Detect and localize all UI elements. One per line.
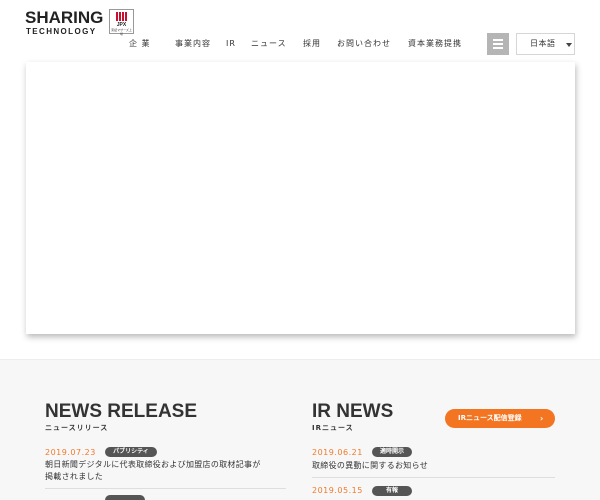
language-selected-label: 日本語: [530, 39, 556, 48]
nav-item-company[interactable]: 企 業: [129, 37, 151, 51]
news-release-subtitle: ニュースリリース: [45, 424, 109, 432]
nav-item-business[interactable]: 事業内容: [175, 37, 211, 51]
chevron-right-icon: ›: [540, 414, 544, 423]
news-release-tag: パブリシティ: [105, 447, 157, 457]
nav-item-alliance[interactable]: 資本業務提携: [408, 37, 462, 51]
jpx-sublabel: 東証マザーズ上場: [111, 28, 132, 36]
news-release-item-line1[interactable]: 朝日新聞デジタルに代表取締役および加盟店の取材記事が: [45, 459, 261, 471]
ir-news-tag: 有報: [372, 486, 412, 496]
ir-news-tag: 適時開示: [372, 447, 412, 457]
news-release-item-line2[interactable]: 掲載されました: [45, 471, 103, 483]
menu-button[interactable]: [487, 33, 509, 55]
nav-item-ir[interactable]: IR: [226, 37, 236, 51]
ir-subscribe-button[interactable]: IRニュース配信登録 ›: [445, 409, 555, 428]
news-release-date: 2019.07.23: [45, 448, 96, 457]
ir-subscribe-label: IRニュース配信登録: [458, 414, 522, 422]
nav-item-recruit[interactable]: 採用: [303, 37, 321, 51]
ir-news-title: IR NEWS: [312, 401, 394, 422]
logo-subline: TECHNOLOGY: [26, 27, 97, 36]
language-select[interactable]: 日本語: [516, 33, 575, 55]
list-separator: [45, 488, 286, 489]
list-separator: [312, 477, 555, 478]
jpx-badge: JPX 東証マザーズ上場: [109, 9, 134, 36]
nav-item-news[interactable]: ニュース: [251, 37, 287, 51]
caret-down-icon: [566, 43, 572, 47]
ir-news-subtitle: IRニュース: [312, 424, 354, 432]
logo-wordmark: SHARING: [25, 8, 104, 27]
news-release-next-tag: [105, 495, 145, 500]
ir-news-date: 2019.05.15: [312, 486, 363, 495]
nav-item-contact[interactable]: お問い合わせ: [337, 37, 391, 51]
hero-banner: [26, 62, 575, 334]
ir-news-date: 2019.06.21: [312, 448, 363, 457]
news-release-title: NEWS RELEASE: [45, 401, 198, 422]
jpx-mark-icon: [116, 12, 128, 21]
ir-news-item-text[interactable]: 取締役の異動に関するお知らせ: [312, 460, 428, 472]
